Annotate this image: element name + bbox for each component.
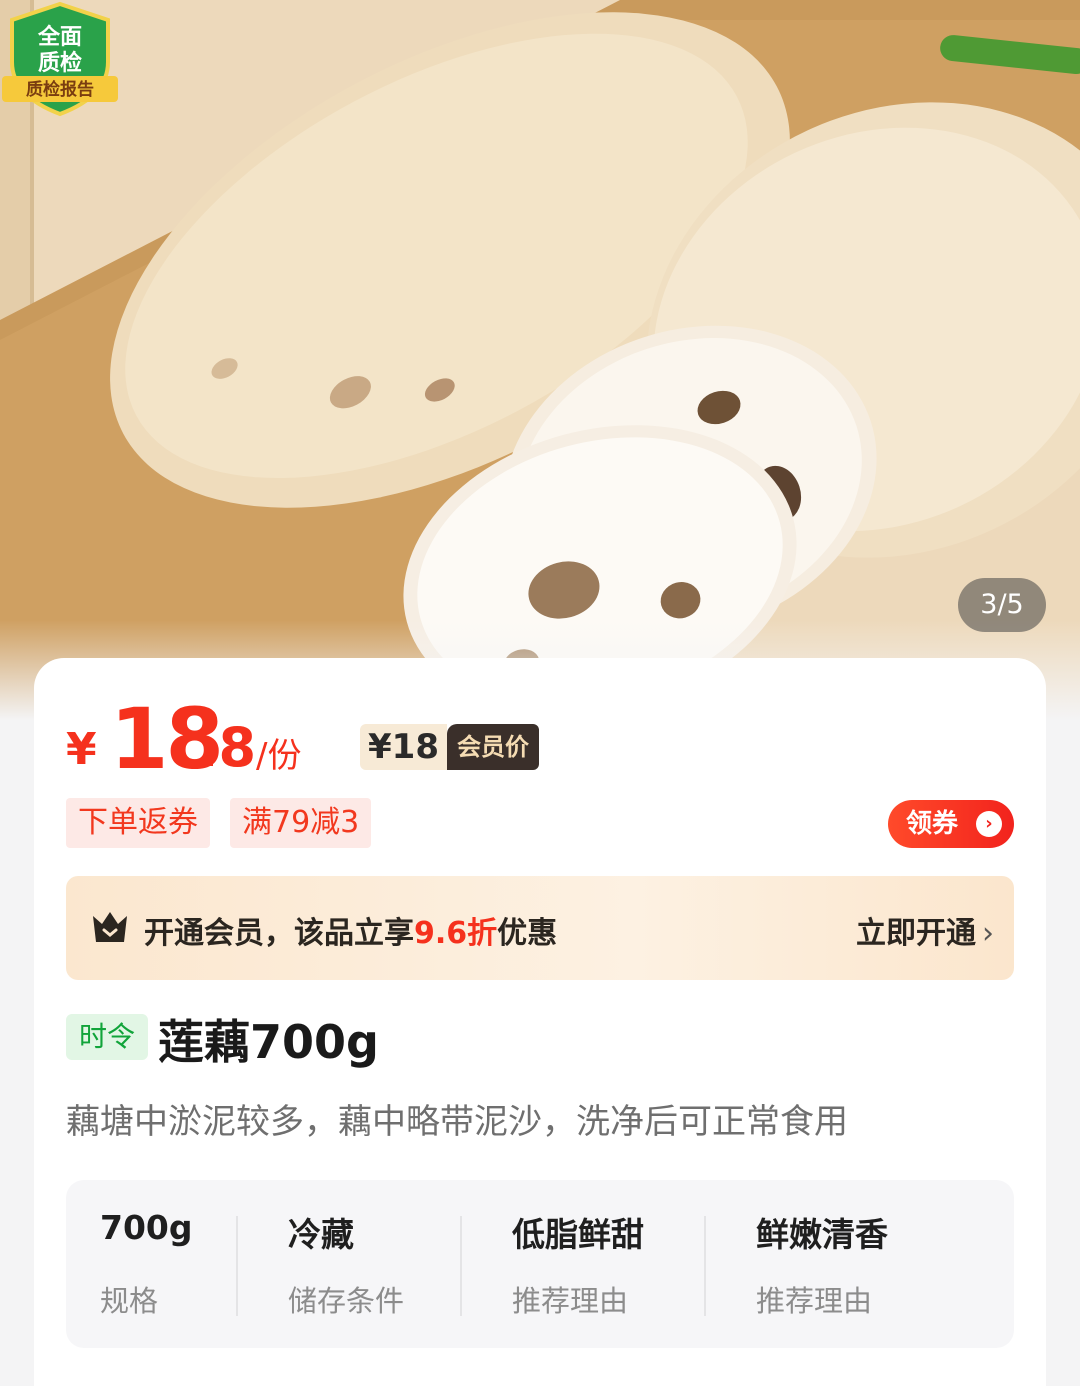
price-decimal: .8	[198, 716, 257, 779]
price-unit: /份	[256, 736, 302, 776]
lotus-root-photo	[0, 0, 1080, 720]
season-tag: 时令	[66, 1014, 148, 1060]
member-price-tag: 会员价	[446, 724, 539, 770]
chevron-right-icon: ›	[976, 811, 1002, 837]
member-price-value: ¥18	[360, 724, 447, 770]
coupon-tag-discount: 满79减3	[230, 798, 372, 848]
vip-crown-icon	[93, 912, 127, 942]
qc-line2: 质检	[38, 50, 82, 76]
chevron-right-icon: ›	[982, 916, 994, 951]
product-image-gallery[interactable]: 全面 质检 质检报告 3/5	[0, 0, 1080, 720]
qc-line1: 全面	[37, 24, 82, 50]
quality-check-badge[interactable]: 全面 质检 质检报告	[0, 0, 120, 118]
price-currency: ¥	[66, 724, 97, 775]
product-info-card: ¥ 18 .8 /份 ¥18 会员价 下单返券 满79减3 领券 › 开通会员，…	[34, 658, 1046, 1386]
vip-text-suffix: 优惠	[497, 916, 558, 951]
get-coupon-label: 领券	[906, 809, 959, 839]
attribute-label: 储存条件	[288, 1284, 405, 1318]
qc-ribbon: 质检报告	[26, 79, 94, 100]
attribute-value: 鲜嫩清香	[756, 1215, 888, 1254]
divider	[236, 1216, 238, 1316]
vip-promo-text: 开通会员，该品立享9.6折优惠	[144, 908, 557, 952]
vip-open-link[interactable]: 立即开通 ›	[856, 908, 994, 952]
get-coupon-button[interactable]: 领券 ›	[888, 800, 1014, 848]
product-attributes: 700g 规格 冷藏 储存条件 低脂鲜甜 推荐理由 鲜嫩清香 推荐理由	[66, 1180, 1014, 1348]
attribute-label: 推荐理由	[512, 1284, 629, 1318]
attribute-label: 推荐理由	[756, 1284, 873, 1318]
attribute-label: 规格	[100, 1284, 159, 1318]
divider	[460, 1216, 462, 1316]
product-name: 莲藕700g	[158, 1015, 379, 1069]
vip-discount: 9.6折	[414, 916, 498, 951]
vip-membership-banner[interactable]: 开通会员，该品立享9.6折优惠 立即开通 ›	[66, 876, 1014, 980]
vip-text-prefix: 开通会员，该品立享	[144, 916, 414, 951]
price-row: ¥ 18 .8 /份 ¥18 会员价	[66, 686, 766, 788]
divider	[704, 1216, 706, 1316]
attribute-value: 低脂鲜甜	[512, 1215, 644, 1254]
attribute-value: 700g	[100, 1208, 193, 1247]
member-price-badge: ¥18 会员价	[360, 724, 539, 770]
attribute-value: 冷藏	[288, 1215, 354, 1254]
vip-open-label: 立即开通	[856, 916, 976, 951]
coupon-tag-return: 下单返券	[66, 798, 210, 848]
product-description: 藕塘中淤泥较多，藕中略带泥沙，洗净后可正常食用	[66, 1102, 848, 1142]
gallery-page-indicator: 3/5	[958, 578, 1046, 632]
